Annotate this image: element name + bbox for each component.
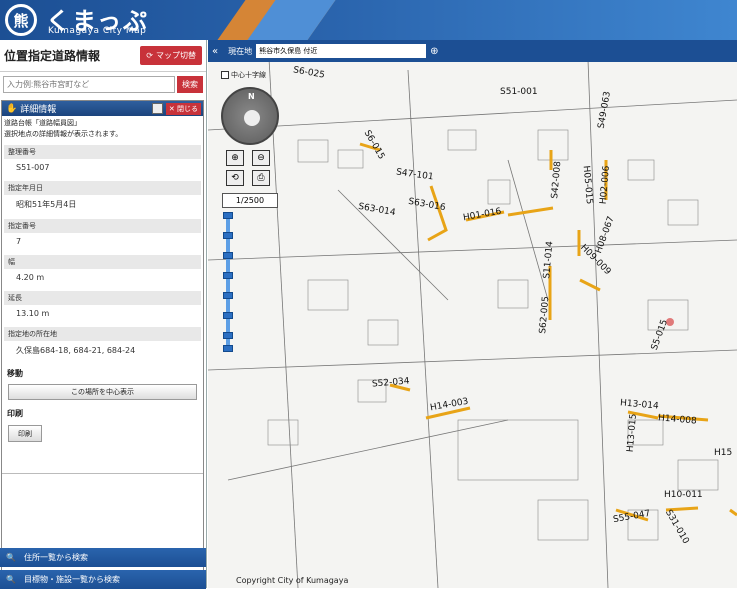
locate-icon[interactable]: ⊕ <box>430 46 438 57</box>
app-logo-subtitle: Kumagaya City Map <box>48 26 147 36</box>
map-switch-button[interactable]: ⟳ マップ切替 <box>140 46 202 65</box>
history-back-icon[interactable]: ⟲ <box>226 170 244 186</box>
left-panel: 位置指定道路情報 ⟳ マップ切替 検索 ✋ 詳細情報 ✕ 閉じる 道路台帳「道路… <box>0 40 207 589</box>
zoom-minus-icon[interactable] <box>223 345 233 352</box>
road-label[interactable]: H15 <box>714 448 732 458</box>
zoom-level-tick[interactable] <box>223 332 233 339</box>
move-section-title: 移動 <box>7 369 23 378</box>
center-on-location-button[interactable]: この場所を中心表示 <box>8 384 197 400</box>
map-topbar: « 現在地 熊谷市久保島 付近 ⊕ <box>208 40 737 62</box>
detail-description: 選択地点の詳細情報が表示されます。 <box>4 130 123 138</box>
compass-center[interactable] <box>244 110 260 126</box>
zoom-level-tick[interactable] <box>223 312 233 319</box>
crosshair-toggle[interactable]: 中心十字線 <box>221 70 266 80</box>
detail-window-title: 詳細情報 <box>20 105 57 115</box>
city-emblem-logo[interactable]: 熊 <box>5 4 37 36</box>
search-icon: 🔍 <box>6 575 16 584</box>
north-indicator: N <box>248 92 255 101</box>
search-input[interactable] <box>3 76 175 93</box>
refresh-icon: ⟳ <box>146 51 153 60</box>
field-label: 指定地の所在地 <box>4 327 201 341</box>
collapse-panel-icon[interactable]: « <box>212 46 218 57</box>
print-map-icon[interactable]: ⎙ <box>252 170 270 186</box>
zoom-level-tick[interactable] <box>223 292 233 299</box>
address-list-search-bar[interactable]: 🔍 住所一覧から検索 <box>0 548 206 567</box>
field-value: 久保島684-18, 684-21, 684-24 <box>16 346 136 355</box>
bar-label: 住所一覧から検索 <box>23 553 88 562</box>
search-icon: 🔍 <box>6 553 16 562</box>
zoom-level-tick[interactable] <box>223 252 233 259</box>
close-button[interactable]: ✕ 閉じる <box>165 102 201 115</box>
road-label[interactable]: H10-011 <box>664 490 703 500</box>
zoom-slider[interactable] <box>223 212 233 352</box>
crosshair-label: 中心十字線 <box>231 71 266 79</box>
zoom-plus-icon[interactable] <box>223 212 233 219</box>
field-value: 昭和51年5月4日 <box>16 200 77 209</box>
panel-title-row: 位置指定道路情報 ⟳ マップ切替 <box>0 40 206 72</box>
field-label: 指定年月日 <box>4 181 201 195</box>
print-section-title: 印刷 <box>7 409 23 418</box>
print-button[interactable]: 印刷 <box>8 425 42 442</box>
map-canvas[interactable]: « 現在地 熊谷市久保島 付近 ⊕ 中心十字線 N ⊕ ⊖ ⟲ ⎙ 1/2500… <box>208 40 737 588</box>
current-address-field[interactable]: 熊谷市久保島 付近 <box>256 44 427 58</box>
bar-label: 目標物・施設一覧から検索 <box>23 575 120 584</box>
current-location-label: 現在地 <box>228 46 253 56</box>
field-value: 7 <box>16 237 22 246</box>
map-drawing <box>208 40 737 588</box>
zoom-level-tick[interactable] <box>223 272 233 279</box>
field-value: S51-007 <box>16 163 50 172</box>
field-label: 指定番号 <box>4 219 201 233</box>
detail-description: 道路台帳「道路幅員図」 <box>4 119 81 127</box>
field-label: 延長 <box>4 291 201 305</box>
field-value: 4.20 m <box>16 273 45 282</box>
search-button[interactable]: 検索 <box>177 76 203 93</box>
panel-title: 位置指定道路情報 <box>4 49 101 63</box>
field-label: 幅 <box>4 255 201 269</box>
search-row: 検索 <box>0 72 206 97</box>
field-label: 整理番号 <box>4 145 201 159</box>
copyright-text: Copyright City of Kumagaya <box>236 576 349 585</box>
pan-compass-control[interactable]: N <box>221 87 279 145</box>
zoom-level-tick[interactable] <box>223 232 233 239</box>
scale-display[interactable]: 1/2500 <box>222 193 278 208</box>
detail-window: ✋ 詳細情報 ✕ 閉じる 道路台帳「道路幅員図」 選択地点の詳細情報が表示されま… <box>1 100 204 585</box>
field-value: 13.10 m <box>16 309 50 318</box>
minimize-button[interactable] <box>151 103 163 114</box>
zoom-in-magnifier-icon[interactable]: ⊕ <box>226 150 244 166</box>
crosshair-checkbox[interactable] <box>221 71 229 79</box>
landmark-list-search-bar[interactable]: 🔍 目標物・施設一覧から検索 <box>0 570 206 589</box>
app-header: 熊 くまっぷ Kumagaya City Map <box>0 0 737 40</box>
detail-window-header[interactable]: ✋ 詳細情報 ✕ 閉じる <box>2 101 203 116</box>
info-icon: ✋ <box>6 103 18 114</box>
road-label[interactable]: S51-001 <box>500 87 538 97</box>
zoom-out-magnifier-icon[interactable]: ⊖ <box>252 150 270 166</box>
map-switch-label: マップ切替 <box>156 51 196 60</box>
detail-body: 道路台帳「道路幅員図」 選択地点の詳細情報が表示されます。 整理番号 S51-0… <box>2 116 203 448</box>
